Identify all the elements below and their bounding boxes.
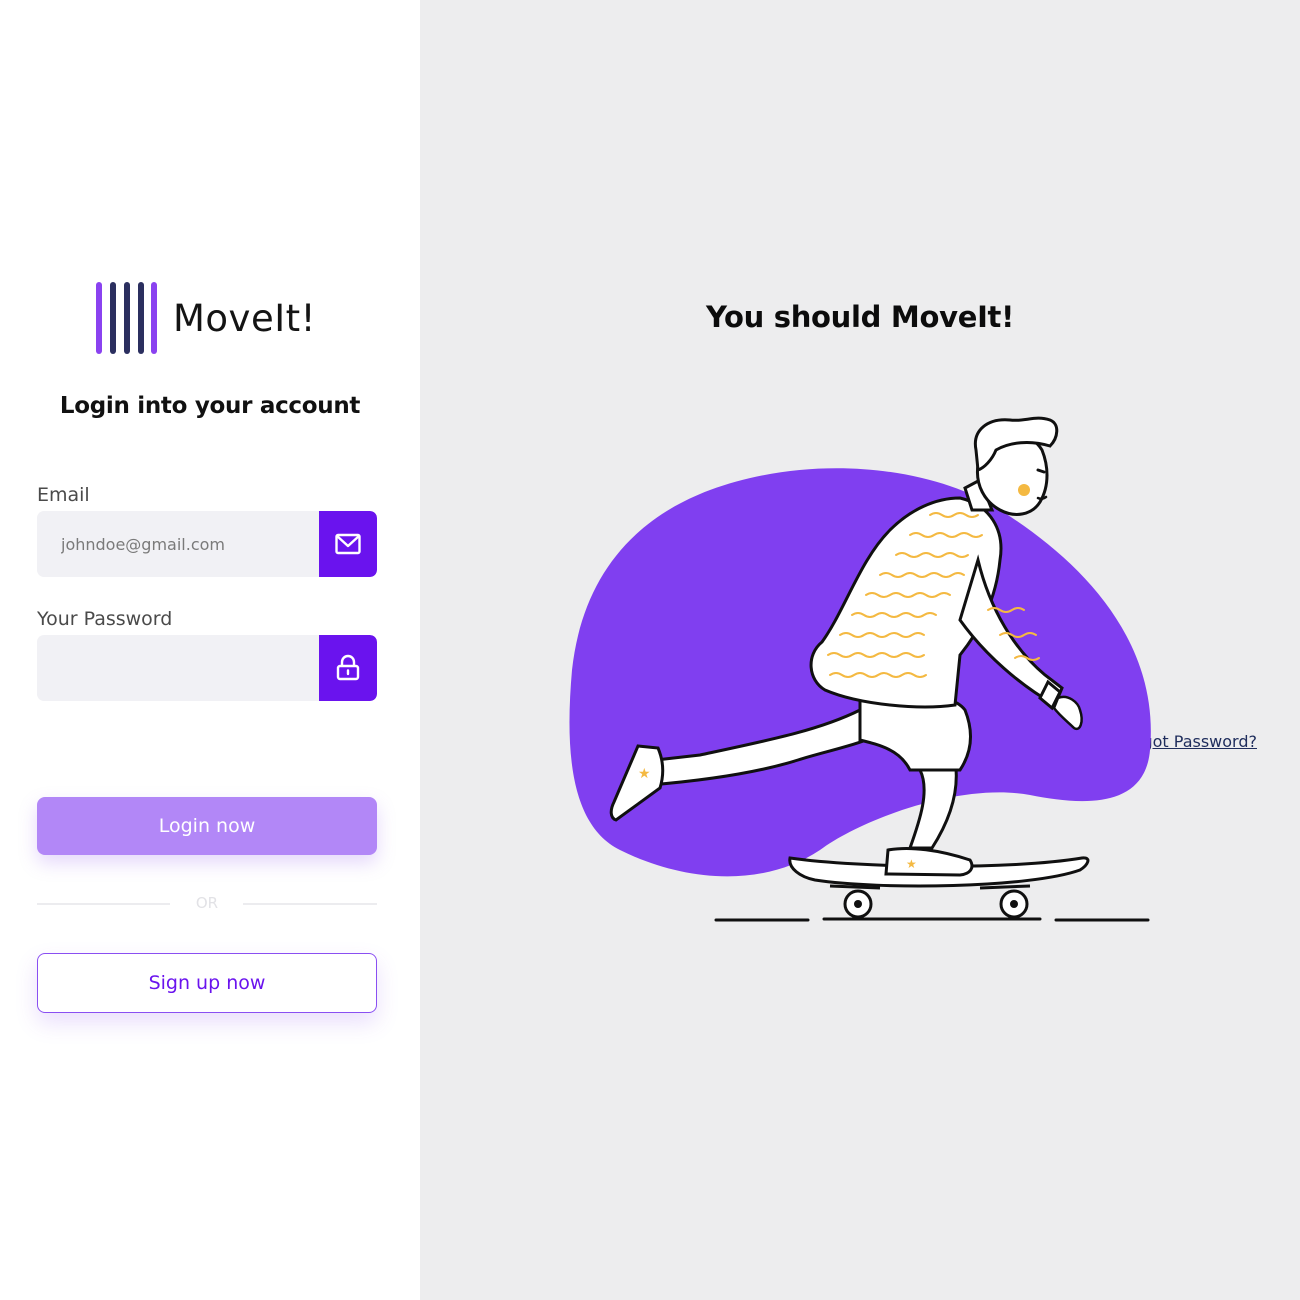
lock-icon: [336, 654, 360, 681]
login-button[interactable]: Login now: [37, 797, 377, 855]
login-heading: Login into your account: [59, 393, 361, 419]
brand-name: MoveIt!: [173, 297, 316, 340]
cheek: [1018, 484, 1030, 496]
password-input[interactable]: [37, 635, 319, 701]
password-label: Your Password: [37, 608, 173, 630]
front-shoe: [884, 847, 974, 877]
password-field-wrapper: [37, 635, 377, 701]
divider-line-right: [243, 903, 377, 905]
email-field-wrapper: [37, 511, 377, 577]
password-icon-button[interactable]: [319, 635, 377, 701]
signup-button[interactable]: Sign up now: [37, 953, 377, 1013]
brand-logo: [96, 282, 158, 354]
skateboarder-illustration: ★ ★: [569, 416, 1151, 922]
logo-bars-icon: [96, 282, 158, 354]
email-label: Email: [37, 484, 90, 506]
svg-text:★: ★: [906, 857, 917, 871]
hero-heading: You should MoveIt!: [705, 300, 1015, 334]
email-icon-button[interactable]: [319, 511, 377, 577]
mail-icon: [335, 533, 361, 555]
svg-text:★: ★: [638, 766, 651, 782]
email-input[interactable]: [37, 511, 319, 577]
